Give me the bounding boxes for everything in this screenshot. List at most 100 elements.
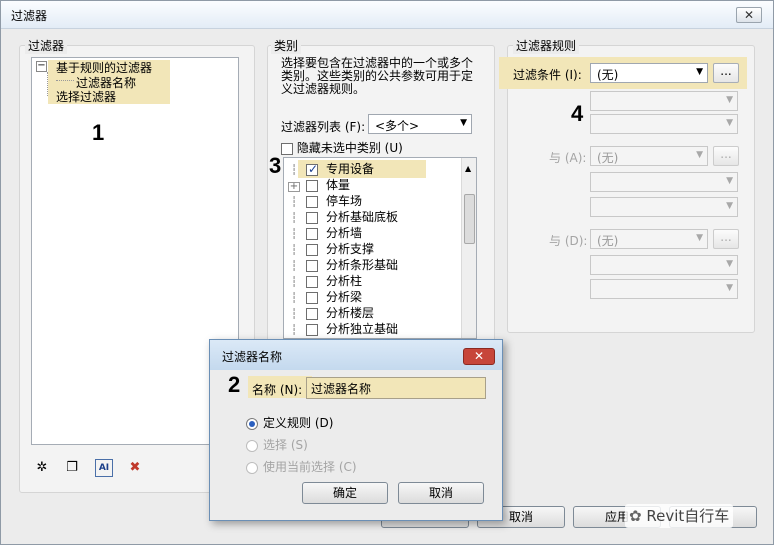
category-checkbox[interactable] bbox=[306, 243, 318, 256]
mode-option[interactable]: 选择 (S) bbox=[246, 434, 357, 456]
delete-filter-icon[interactable]: ✖ bbox=[126, 459, 144, 477]
annotation-1: 1 bbox=[92, 120, 105, 145]
category-item[interactable]: ┆ 分析条形基础 bbox=[284, 257, 458, 273]
and-dropdown-1[interactable]: (无) ▼ bbox=[590, 146, 708, 166]
wechat-icon: ✿ bbox=[629, 507, 642, 525]
tree-connector bbox=[56, 80, 74, 81]
and-ellipsis-button-1[interactable]: ... bbox=[713, 146, 739, 166]
category-checkbox[interactable] bbox=[306, 179, 318, 192]
mode-options: 定义规则 (D) 选择 (S) 使用当前选择 (C) bbox=[246, 412, 357, 478]
category-label: 体量 bbox=[326, 178, 351, 192]
new-filter-icon[interactable]: ✲ bbox=[33, 459, 51, 477]
filter-tree[interactable]: − 基于规则的过滤器 过滤器名称 选择过滤器 1 bbox=[31, 57, 239, 445]
ok-button[interactable]: 确定 bbox=[302, 482, 388, 504]
chevron-down-icon: ▼ bbox=[726, 201, 733, 211]
chevron-down-icon: ▼ bbox=[726, 95, 733, 105]
close-button[interactable]: ✕ bbox=[736, 7, 762, 23]
value-dropdown-2[interactable]: ▼ bbox=[590, 197, 738, 217]
category-label: 分析独立基础 bbox=[326, 322, 399, 336]
category-checkbox[interactable] bbox=[306, 323, 318, 336]
filter-condition-value: (无) bbox=[597, 68, 619, 82]
category-label: 停车场 bbox=[326, 194, 363, 208]
category-scrollbar[interactable]: ▲ bbox=[461, 158, 476, 338]
expand-icon[interactable]: + bbox=[288, 182, 300, 192]
tree-item-selection-filter[interactable]: 选择过滤器 bbox=[56, 88, 116, 105]
duplicate-filter-icon[interactable]: ❐ bbox=[63, 459, 81, 477]
watermark-text: Revit自行车 bbox=[646, 507, 730, 525]
category-item[interactable]: ┆专用设备 bbox=[284, 161, 458, 177]
condition-ellipsis-button[interactable]: ... bbox=[713, 63, 739, 83]
mode-label: 定义规则 (D) bbox=[263, 416, 334, 430]
mode-option[interactable]: 使用当前选择 (C) bbox=[246, 456, 357, 478]
param-dropdown-1[interactable]: ▼ bbox=[590, 91, 738, 111]
category-item[interactable]: ┆ 分析独立基础 bbox=[284, 321, 458, 337]
and-label-1: 与 (A): bbox=[549, 151, 587, 165]
category-label: 分析柱 bbox=[326, 274, 363, 288]
categories-group-title: 类别 bbox=[271, 37, 302, 54]
categories-description: 选择要包含在过滤器中的一个或多个类别。这些类别的公共参数可用于定义过滤器规则。 bbox=[281, 56, 474, 96]
annotation-3: 3 bbox=[269, 153, 282, 178]
and-label-2: 与 (D): bbox=[549, 234, 588, 248]
category-checkbox[interactable] bbox=[306, 195, 318, 208]
filter-list-label: 过滤器列表 (F): bbox=[281, 120, 366, 134]
and-ellipsis-button-2[interactable]: ... bbox=[713, 229, 739, 249]
scroll-up-icon[interactable]: ▲ bbox=[465, 164, 471, 173]
mode-radio[interactable] bbox=[246, 461, 258, 474]
category-checkbox[interactable] bbox=[306, 307, 318, 320]
watermark: ✿ Revit自行车 bbox=[625, 504, 734, 528]
and-dropdown-2[interactable]: (无) ▼ bbox=[590, 229, 708, 249]
category-item[interactable]: ┆ 分析梁 bbox=[284, 289, 458, 305]
rename-filter-icon[interactable]: AI bbox=[95, 459, 113, 477]
mode-radio[interactable] bbox=[246, 439, 258, 452]
scroll-thumb[interactable] bbox=[464, 194, 475, 244]
category-checkbox[interactable] bbox=[306, 259, 318, 272]
filters-group-title: 过滤器 bbox=[25, 37, 68, 54]
category-item[interactable]: ┆ 分析柱 bbox=[284, 273, 458, 289]
mode-radio[interactable] bbox=[246, 417, 258, 430]
filter-list-dropdown[interactable]: <多个> ▼ bbox=[368, 114, 472, 134]
tree-connector bbox=[47, 72, 48, 96]
category-item[interactable]: + 体量 bbox=[284, 177, 458, 193]
hide-unchecked-checkbox[interactable] bbox=[281, 142, 293, 155]
value-dropdown-1[interactable]: ▼ bbox=[590, 114, 738, 134]
param-dropdown-2[interactable]: ▼ bbox=[590, 172, 738, 192]
mode-label: 使用当前选择 (C) bbox=[263, 460, 357, 474]
param-dropdown-3[interactable]: ▼ bbox=[590, 255, 738, 275]
category-checkbox[interactable] bbox=[306, 211, 318, 224]
and-value-1: (无) bbox=[597, 151, 619, 165]
filters-window: 过滤器 ✕ 过滤器 − 基于规则的过滤器 过滤器名称 选择过滤器 1 ✲ ❐ A… bbox=[0, 0, 774, 545]
dialog-close-button[interactable]: ✕ bbox=[463, 348, 495, 365]
category-item[interactable]: ┆ 分析支撑 bbox=[284, 241, 458, 257]
category-checkbox[interactable] bbox=[306, 275, 318, 288]
chevron-down-icon: ▼ bbox=[726, 176, 733, 186]
category-checkbox[interactable] bbox=[306, 291, 318, 304]
category-label: 分析楼层 bbox=[326, 306, 375, 320]
name-input[interactable]: 过滤器名称 bbox=[306, 377, 486, 399]
category-list[interactable]: ┆专用设备+体量┆停车场┆分析基础底板┆分析墙┆分析支撑┆分析条形基础┆分析柱┆… bbox=[283, 157, 477, 339]
category-item[interactable]: ┆ 分析楼层 bbox=[284, 305, 458, 321]
annotation-2: 2 bbox=[228, 372, 241, 397]
category-label: 分析支撑 bbox=[326, 242, 375, 256]
category-checkbox[interactable] bbox=[306, 227, 318, 240]
filter-condition-label: 过滤条件 (I): bbox=[513, 68, 582, 82]
collapse-icon[interactable]: − bbox=[36, 61, 47, 72]
value-dropdown-3[interactable]: ▼ bbox=[590, 279, 738, 299]
mode-label: 选择 (S) bbox=[263, 438, 308, 452]
filter-list-value: <多个> bbox=[375, 119, 420, 133]
cancel-button[interactable]: 取消 bbox=[398, 482, 484, 504]
category-item[interactable]: ┆ 分析墙 bbox=[284, 225, 458, 241]
name-input-value: 过滤器名称 bbox=[311, 382, 372, 396]
category-item[interactable]: ┆ 停车场 bbox=[284, 193, 458, 209]
dialog-title-bar: 过滤器名称 ✕ bbox=[210, 340, 502, 370]
chevron-down-icon: ▼ bbox=[726, 283, 733, 293]
filter-name-dialog: 过滤器名称 ✕ 2 名称 (N): 过滤器名称 定义规则 (D) 选择 (S) 使用… bbox=[209, 339, 503, 521]
category-item[interactable]: ┆ 分析基础底板 bbox=[284, 209, 458, 225]
chevron-down-icon: ▼ bbox=[696, 67, 703, 77]
chevron-down-icon: ▼ bbox=[726, 259, 733, 269]
category-label: 分析条形基础 bbox=[326, 258, 399, 272]
hide-unchecked-row[interactable]: 隐藏未选中类别 (U) bbox=[281, 139, 403, 156]
chevron-down-icon: ▼ bbox=[460, 118, 467, 128]
category-checkbox[interactable] bbox=[306, 161, 318, 177]
mode-option[interactable]: 定义规则 (D) bbox=[246, 412, 357, 434]
filter-condition-dropdown[interactable]: (无) ▼ bbox=[590, 63, 708, 83]
